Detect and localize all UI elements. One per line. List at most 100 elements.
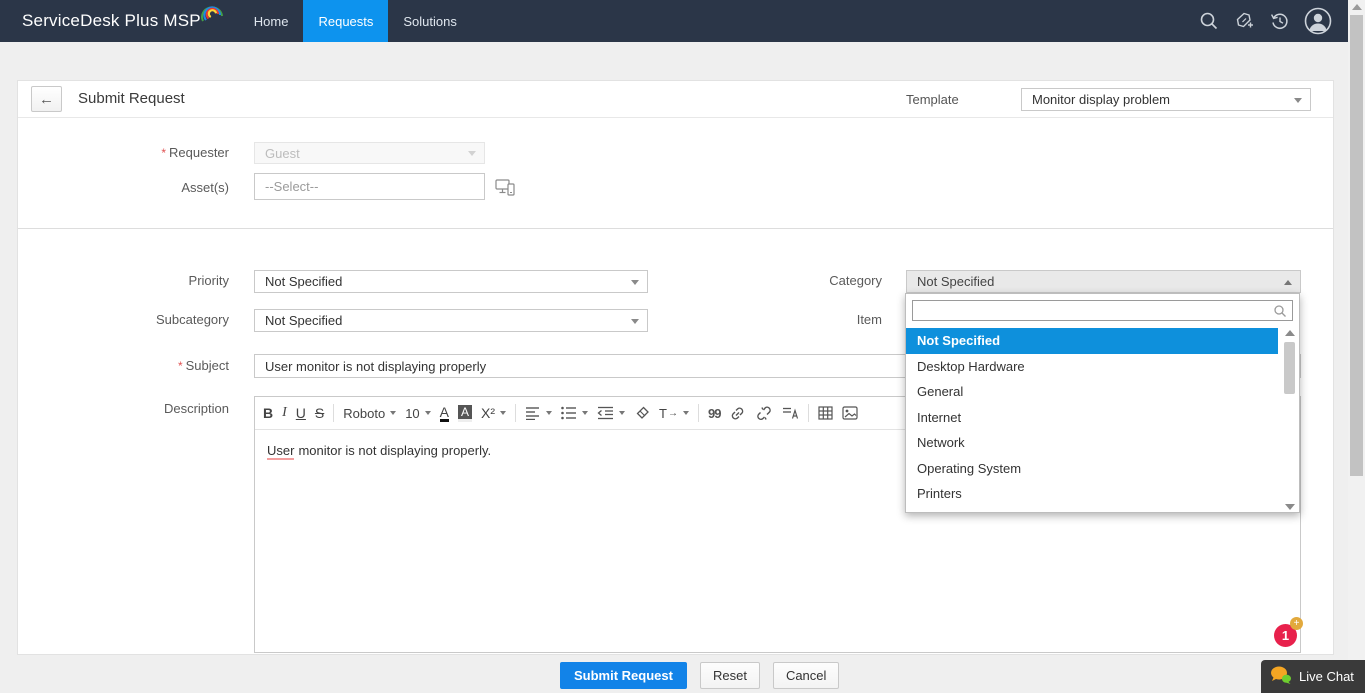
scroll-down-arrow-icon[interactable] (1285, 504, 1295, 510)
required-marker: * (161, 146, 166, 160)
option-operating-system[interactable]: Operating System (906, 456, 1278, 482)
chevron-down-icon (425, 411, 431, 415)
assets-placeholder: --Select-- (265, 179, 318, 194)
cancel-button[interactable]: Cancel (773, 662, 839, 689)
clear-format-icon[interactable] (634, 406, 650, 420)
page-scrollbar[interactable] (1348, 0, 1365, 693)
scrollbar-up-arrow-icon[interactable] (1352, 4, 1362, 10)
superscript-dropdown[interactable]: X² (481, 405, 506, 421)
italic-button[interactable]: I (282, 405, 287, 421)
priority-select[interactable]: Not Specified (254, 270, 648, 293)
scrollbar-thumb[interactable] (1350, 15, 1363, 476)
chevron-down-icon (582, 411, 588, 415)
priority-value: Not Specified (265, 274, 342, 289)
history-icon[interactable] (1269, 10, 1291, 32)
misspelled-word: User (267, 443, 294, 460)
indent-dropdown[interactable] (597, 406, 625, 420)
assets-input[interactable]: --Select-- (254, 173, 485, 200)
font-size-dropdown[interactable]: 10 (405, 406, 430, 421)
underline-button[interactable]: U (296, 405, 306, 421)
template-select[interactable]: Monitor display problem (1021, 88, 1311, 111)
tab-solutions[interactable]: Solutions (388, 0, 471, 42)
chevron-down-icon (1294, 98, 1302, 103)
chevron-down-icon (390, 411, 396, 415)
option-not-specified[interactable]: Not Specified (906, 328, 1278, 354)
live-chat-label: Live Chat (1299, 669, 1354, 684)
section-divider (18, 228, 1333, 229)
assets-devices-icon[interactable] (495, 179, 515, 201)
nav-tabs: Home Requests Solutions (239, 0, 472, 42)
font-family-dropdown[interactable]: Roboto (343, 406, 396, 421)
chevron-down-icon (683, 411, 689, 415)
description-text: monitor is not displaying properly. (298, 443, 491, 458)
chevron-up-icon (1284, 280, 1292, 285)
subcategory-select[interactable]: Not Specified (254, 309, 648, 332)
subcategory-label: Subcategory (78, 312, 229, 327)
brand-text: ServiceDesk Plus MSP (22, 11, 201, 31)
text-direction-dropdown[interactable]: T→ (659, 406, 689, 421)
bold-button[interactable]: B (263, 405, 273, 421)
table-icon[interactable] (818, 406, 833, 420)
back-button[interactable]: ← (31, 86, 62, 112)
item-label: Item (782, 312, 882, 327)
requester-value: Guest (265, 146, 300, 161)
description-label: Description (78, 401, 229, 416)
category-search-input[interactable] (912, 300, 1293, 321)
category-select[interactable]: Not Specified (906, 270, 1301, 293)
list-dropdown[interactable] (561, 406, 588, 420)
subcategory-value: Not Specified (265, 313, 342, 328)
priority-label: Priority (78, 273, 229, 288)
tab-home[interactable]: Home (239, 0, 304, 42)
search-icon (1273, 304, 1287, 323)
reset-button[interactable]: Reset (700, 662, 760, 689)
required-marker: * (178, 359, 183, 373)
highlight-color-button[interactable]: A (458, 405, 472, 422)
toolbar-separator (808, 404, 809, 422)
option-network[interactable]: Network (906, 430, 1278, 456)
assets-label: Asset(s) (78, 180, 229, 195)
live-chat-widget[interactable]: Live Chat (1261, 660, 1365, 693)
footer-buttons: Submit Request Reset Cancel (560, 662, 839, 689)
chevron-down-icon (619, 411, 625, 415)
template-value: Monitor display problem (1032, 92, 1170, 107)
category-dropdown-panel: Not Specified Desktop Hardware General I… (905, 293, 1300, 513)
option-printers[interactable]: Printers (906, 481, 1278, 507)
requester-select: Guest (254, 142, 485, 164)
insert-image-icon[interactable] (842, 406, 858, 420)
align-dropdown[interactable] (525, 406, 552, 420)
option-desktop-hardware[interactable]: Desktop Hardware (906, 354, 1278, 380)
blockquote-icon[interactable]: 99 (708, 406, 720, 421)
tab-requests[interactable]: Requests (303, 0, 388, 42)
chat-bubbles-icon (1269, 665, 1293, 688)
badge-plus-icon[interactable]: + (1290, 617, 1303, 630)
category-option-list: Not Specified Desktop Hardware General I… (906, 328, 1299, 507)
strikethrough-button[interactable]: S (315, 405, 324, 421)
toolbar-separator (698, 404, 699, 422)
dropdown-scrollbar[interactable] (1283, 330, 1297, 510)
scroll-up-arrow-icon[interactable] (1285, 330, 1295, 336)
link-icon[interactable] (729, 406, 746, 421)
chevron-down-icon (631, 319, 639, 324)
toolbar-separator (515, 404, 516, 422)
category-value: Not Specified (917, 274, 994, 289)
line-height-icon[interactable] (782, 406, 799, 420)
footer-bar: Submit Request Reset Cancel (0, 655, 1348, 693)
toolbar-separator (333, 404, 334, 422)
search-icon[interactable] (1198, 10, 1220, 32)
template-label: Template (906, 92, 956, 107)
brand-logo[interactable]: ServiceDesk Plus MSP (0, 0, 225, 42)
option-general[interactable]: General (906, 379, 1278, 405)
submit-request-button[interactable]: Submit Request (560, 662, 687, 689)
font-color-button[interactable]: A (440, 405, 449, 422)
unlink-icon[interactable] (755, 406, 773, 421)
chevron-down-icon (500, 411, 506, 415)
chevron-down-icon (546, 411, 552, 415)
option-internet[interactable]: Internet (906, 405, 1278, 431)
dropdown-scroll-thumb[interactable] (1284, 342, 1295, 394)
chevron-down-icon (468, 151, 476, 156)
new-request-icon[interactable] (1233, 10, 1256, 32)
chevron-down-icon (631, 280, 639, 285)
avatar-icon[interactable] (1304, 7, 1332, 35)
brand-swirl-icon (199, 1, 225, 30)
page-title: Submit Request (78, 90, 185, 107)
